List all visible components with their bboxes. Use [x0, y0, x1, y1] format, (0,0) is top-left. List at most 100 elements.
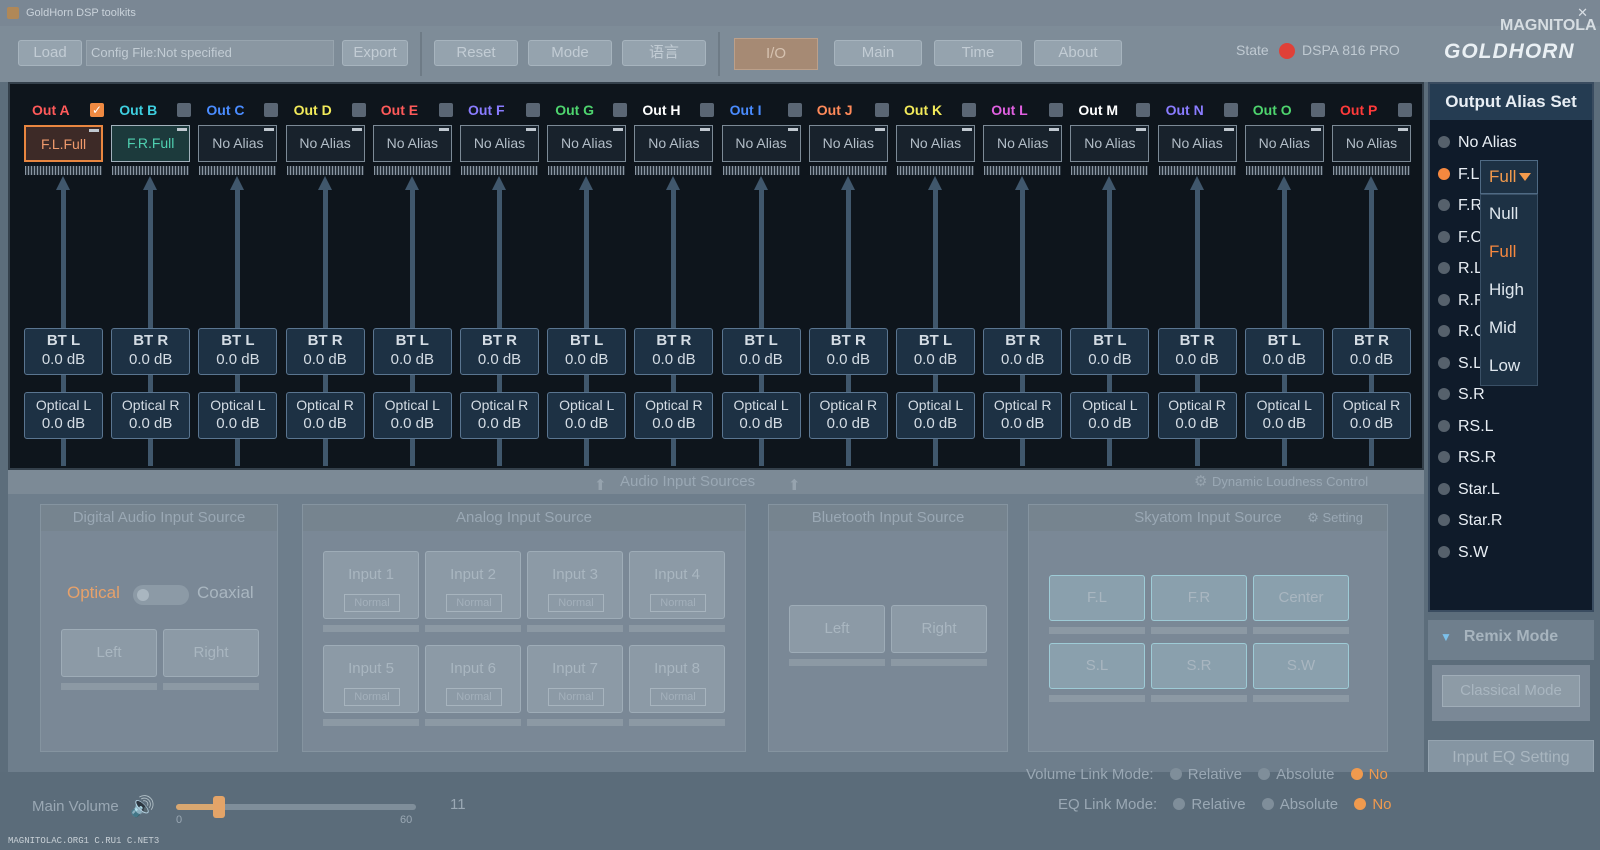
optical-source-box[interactable]: Optical L 0.0 dB [198, 392, 278, 439]
input-mode-badge[interactable]: Normal [650, 594, 706, 612]
dropdown-option[interactable]: Null [1481, 195, 1537, 233]
analog-input-button[interactable]: Input 6 Normal [425, 645, 521, 713]
alias-radio[interactable] [1438, 419, 1450, 432]
alias-radio[interactable] [1438, 545, 1450, 558]
analog-input-button[interactable]: Input 7 Normal [527, 645, 623, 713]
alias-radio[interactable] [1438, 262, 1450, 274]
dropdown-option[interactable]: Mid [1481, 309, 1537, 347]
bt-source-box[interactable]: BT R 0.0 dB [1157, 328, 1237, 375]
tab-io[interactable]: I/O [734, 38, 818, 70]
alias-item[interactable]: R.R [1438, 290, 1486, 312]
bluetooth-left-button[interactable]: Left [789, 605, 885, 653]
alias-field[interactable]: No Alias [460, 125, 539, 162]
analog-input-button[interactable]: Input 4 Normal [629, 551, 725, 619]
skyatom-button[interactable]: S.R [1151, 643, 1247, 689]
bt-source-box[interactable]: BT L 0.0 dB [24, 328, 103, 375]
analog-input-button[interactable]: Input 1 Normal [323, 551, 419, 619]
output-checkbox[interactable] [438, 103, 453, 117]
alias-item[interactable]: S.W [1438, 542, 1488, 564]
alias-field[interactable]: No Alias [547, 125, 627, 162]
alias-field[interactable]: No Alias [1070, 125, 1150, 162]
analog-input-button[interactable]: Input 8 Normal [629, 645, 725, 713]
skyatom-button[interactable]: Center [1253, 575, 1349, 621]
bt-source-box[interactable]: BT L 0.0 dB [1244, 328, 1324, 375]
remix-mode-header[interactable]: ▼ Remix Mode [1428, 620, 1594, 660]
output-checkbox[interactable] [1398, 103, 1412, 117]
optical-coaxial-toggle[interactable] [133, 585, 189, 605]
alias-radio[interactable] [1438, 293, 1450, 306]
alias-radio[interactable] [1438, 451, 1450, 463]
skyatom-button[interactable]: F.L [1049, 575, 1145, 621]
bt-source-box[interactable]: BT R 0.0 dB [1332, 328, 1411, 375]
tab-main[interactable]: Main [834, 40, 922, 66]
optical-source-box[interactable]: Optical R 0.0 dB [1332, 392, 1411, 439]
output-checkbox[interactable] [351, 103, 366, 117]
speaker-icon[interactable]: 🔊 [130, 794, 155, 819]
input-eq-setting-button[interactable]: Input EQ Setting [1428, 740, 1594, 776]
main-volume-slider[interactable] [176, 796, 416, 818]
collapse-up-icon[interactable]: ⬆ [788, 474, 801, 498]
output-checkbox[interactable] [264, 103, 279, 117]
alias-radio[interactable] [1438, 482, 1450, 495]
export-button[interactable]: Export [342, 40, 408, 66]
analog-input-button[interactable]: Input 2 Normal [425, 551, 521, 619]
bt-source-box[interactable]: BT R 0.0 dB [285, 328, 365, 375]
output-checkbox[interactable] [874, 103, 889, 117]
output-checkbox[interactable] [1136, 103, 1151, 117]
bluetooth-right-button[interactable]: Right [891, 605, 987, 653]
language-button[interactable]: 语言 [622, 40, 706, 66]
skyatom-setting[interactable]: ⚙ Setting [1307, 505, 1363, 531]
optical-source-box[interactable]: Optical L 0.0 dB [372, 392, 452, 439]
input-mode-badge[interactable]: Normal [446, 688, 502, 706]
bt-source-box[interactable]: BT R 0.0 dB [808, 328, 888, 375]
alias-field[interactable]: No Alias [372, 125, 452, 162]
radio-relative[interactable] [1169, 768, 1182, 780]
alias-field[interactable]: No Alias [896, 125, 975, 162]
collapse-up-icon[interactable]: ⬆ [594, 474, 607, 498]
dropdown-option[interactable]: High [1481, 271, 1537, 309]
dynamic-loudness-control[interactable]: Dynamic Loudness Control [1212, 470, 1368, 494]
input-mode-badge[interactable]: Normal [446, 594, 502, 612]
output-checkbox[interactable] [700, 103, 715, 117]
alias-item[interactable]: RS.R [1438, 447, 1496, 469]
input-mode-badge[interactable]: Normal [548, 594, 604, 612]
alias-field[interactable]: F.R.Full [111, 125, 191, 162]
alias-item[interactable]: F.C [1438, 227, 1482, 249]
alias-radio[interactable] [1438, 514, 1450, 526]
optical-source-box[interactable]: Optical R 0.0 dB [983, 392, 1063, 439]
alias-item[interactable]: Star.L [1438, 479, 1500, 501]
optical-source-box[interactable]: Optical L 0.0 dB [1070, 392, 1150, 439]
alias-item[interactable]: F.L [1438, 164, 1479, 186]
alias-type-dropdown[interactable]: Full [1480, 160, 1538, 194]
input-mode-badge[interactable]: Normal [650, 688, 706, 706]
optical-source-box[interactable]: Optical R 0.0 dB [460, 392, 539, 439]
output-checkbox[interactable] [613, 103, 628, 117]
alias-field[interactable]: No Alias [634, 125, 714, 162]
output-checkbox[interactable] [1310, 103, 1325, 117]
optical-source-box[interactable]: Optical R 0.0 dB [111, 392, 191, 439]
radio-no[interactable] [1350, 768, 1363, 780]
optical-source-box[interactable]: Optical R 0.0 dB [808, 392, 888, 439]
analog-input-button[interactable]: Input 5 Normal [323, 645, 419, 713]
alias-item[interactable]: Star.R [1438, 510, 1502, 532]
bt-source-box[interactable]: BT L 0.0 dB [1070, 328, 1150, 375]
alias-item[interactable]: RS.L [1438, 416, 1494, 438]
alias-item[interactable]: No Alias [1438, 132, 1517, 154]
alias-field[interactable]: No Alias [808, 125, 888, 162]
alias-radio[interactable] [1438, 325, 1450, 337]
skyatom-button[interactable]: S.W [1253, 643, 1349, 689]
analog-input-button[interactable]: Input 3 Normal [527, 551, 623, 619]
bt-source-box[interactable]: BT L 0.0 dB [721, 328, 801, 375]
dropdown-option[interactable]: Low [1481, 347, 1537, 385]
alias-item[interactable]: F.R [1438, 195, 1482, 217]
alias-radio[interactable] [1438, 167, 1450, 180]
bt-source-box[interactable]: BT R 0.0 dB [460, 328, 539, 375]
alias-field[interactable]: No Alias [1332, 125, 1411, 162]
optical-source-box[interactable]: Optical L 0.0 dB [24, 392, 103, 439]
alias-field[interactable]: No Alias [1157, 125, 1237, 162]
bt-source-box[interactable]: BT L 0.0 dB [547, 328, 627, 375]
alias-item[interactable]: S.R [1438, 384, 1485, 406]
bt-source-box[interactable]: BT L 0.0 dB [896, 328, 975, 375]
output-checkbox[interactable] [787, 103, 802, 117]
alias-radio[interactable] [1438, 136, 1450, 148]
